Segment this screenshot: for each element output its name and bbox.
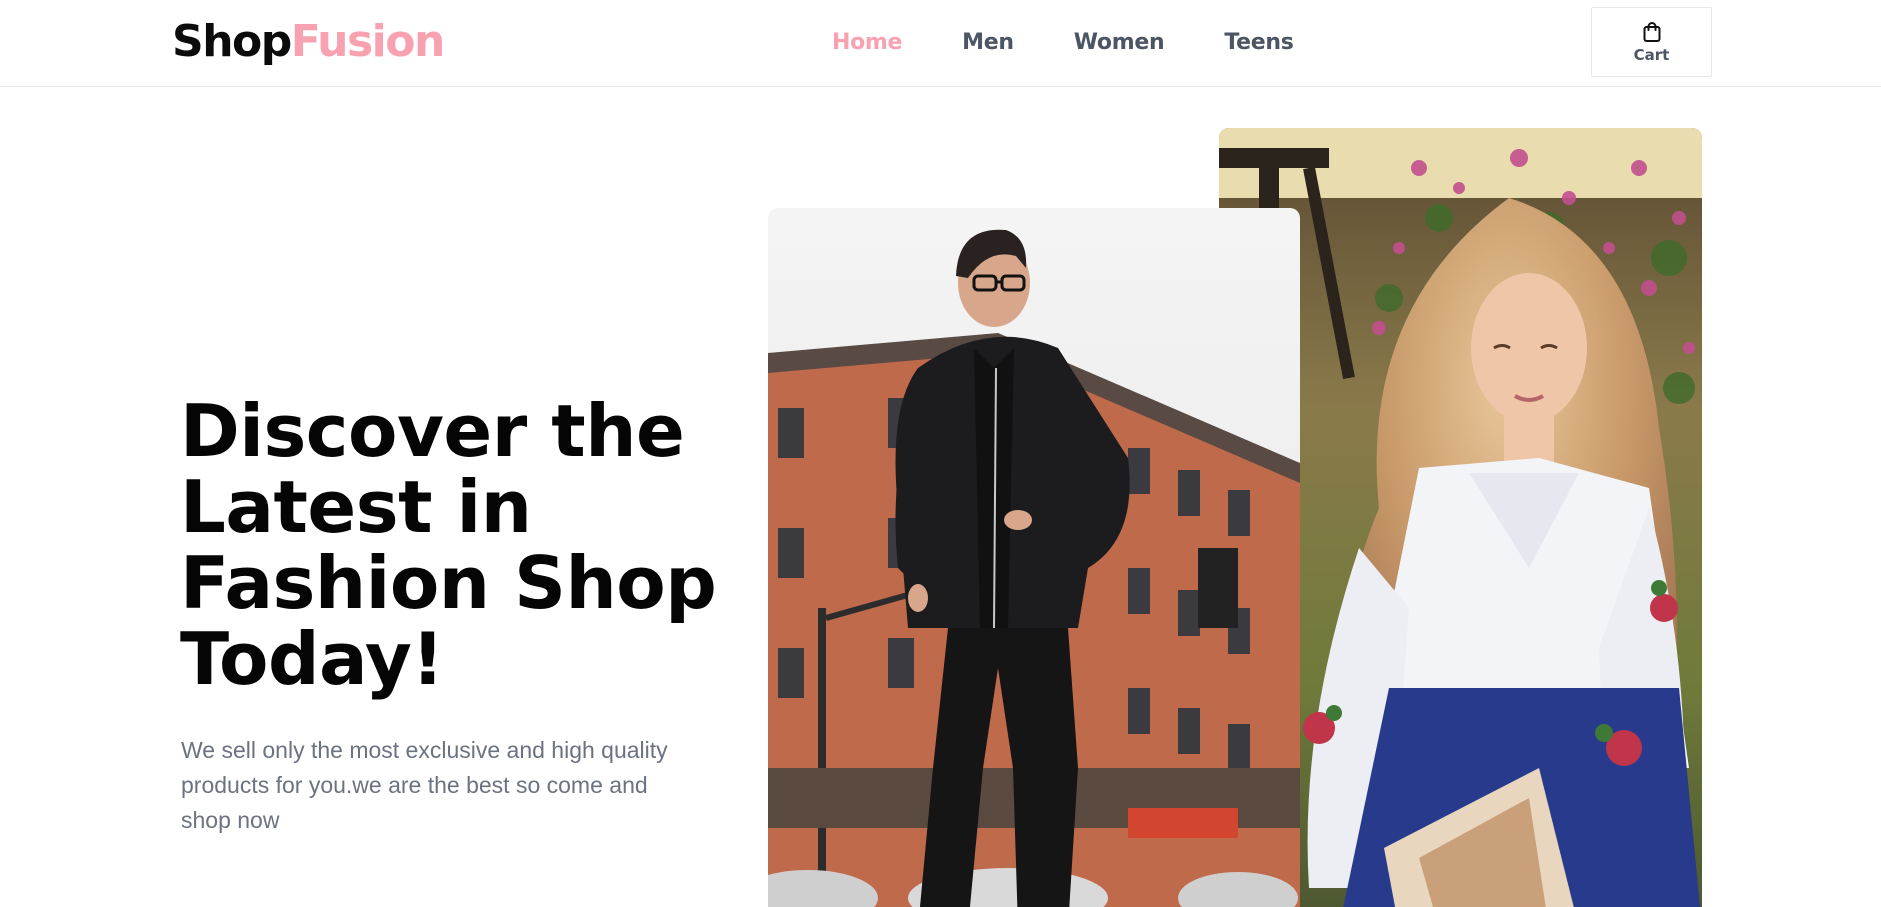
nav-link-home[interactable]: Home xyxy=(832,26,902,60)
hero-image-man xyxy=(768,208,1300,907)
cart-label: Cart xyxy=(1633,45,1670,64)
top-navbar: ShopFusion Home Men Women Teens Cart xyxy=(0,0,1881,87)
cart-button[interactable]: Cart xyxy=(1591,7,1712,77)
brand-logo-part2: Fusion xyxy=(290,16,446,67)
brand-logo[interactable]: ShopFusion xyxy=(172,14,446,70)
shopping-bag-icon xyxy=(1643,21,1660,42)
brand-logo-part1: Shop xyxy=(172,16,292,67)
hero-subtitle: We sell only the most exclusive and high… xyxy=(181,737,668,833)
hero-title: Discover the Latest in Fashion Shop Toda… xyxy=(180,389,717,701)
nav-link-teens[interactable]: Teens xyxy=(1224,26,1293,60)
nav-link-women[interactable]: Women xyxy=(1074,26,1165,60)
main-nav: Home Men Women Teens xyxy=(832,26,1294,60)
nav-link-men[interactable]: Men xyxy=(962,26,1014,60)
